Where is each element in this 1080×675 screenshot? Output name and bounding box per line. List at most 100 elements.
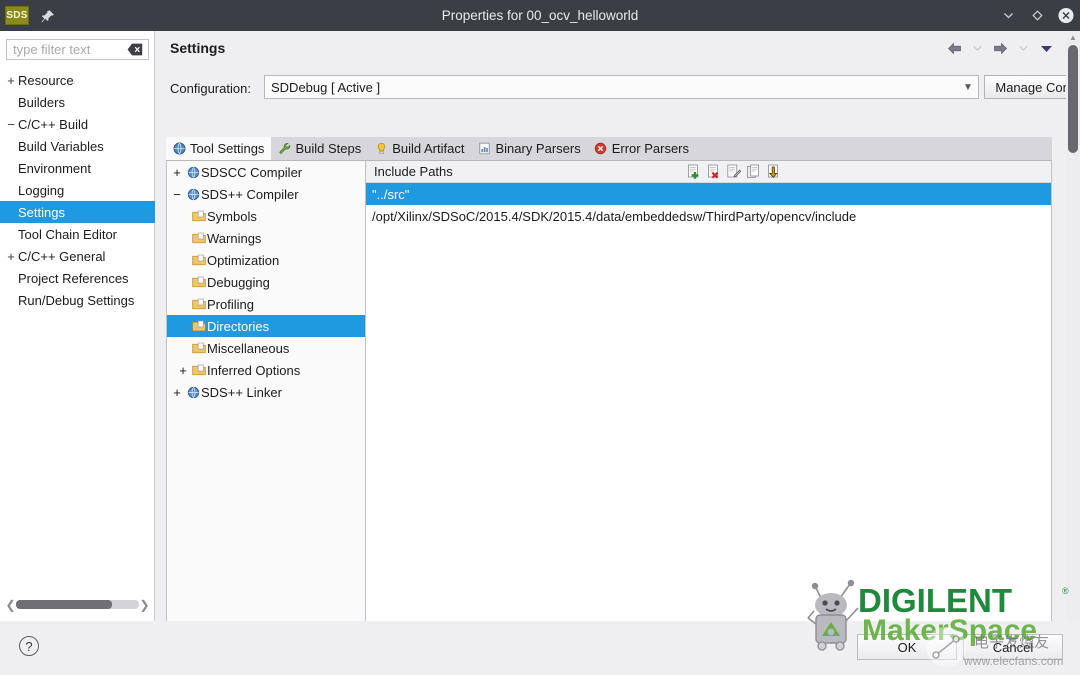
- sidebar-item-settings[interactable]: Settings: [0, 201, 155, 223]
- tool-node-miscellaneous[interactable]: Miscellaneous: [167, 337, 365, 359]
- tool-node-inferred-options[interactable]: + Inferred Options: [167, 359, 365, 381]
- settings-sidebar: type filter text + Resource Builders − C…: [0, 31, 155, 621]
- dialog-vertical-scrollbar[interactable]: ▲: [1066, 31, 1080, 621]
- tool-node-directories[interactable]: Directories: [167, 315, 365, 337]
- maximize-button[interactable]: [1029, 8, 1045, 24]
- tab-label: Tool Settings: [190, 141, 265, 156]
- sidebar-item-project-references[interactable]: Project References: [0, 267, 155, 289]
- sidebar-item-builders[interactable]: Builders: [0, 91, 155, 113]
- delete-icon[interactable]: [705, 163, 721, 180]
- tool-node-sdspp-compiler[interactable]: − SDS++ Compiler: [167, 183, 365, 205]
- sidebar-item-build-variables[interactable]: Build Variables: [0, 135, 155, 157]
- globe-tool-icon: [185, 187, 201, 201]
- pin-icon[interactable]: [40, 8, 56, 24]
- configuration-select[interactable]: SDDebug [ Active ] ▼: [264, 75, 979, 99]
- configuration-row: Configuration: SDDebug [ Active ] ▼ Mana…: [156, 73, 1080, 107]
- tool-node-label: Optimization: [207, 252, 280, 268]
- sidebar-horizontal-scrollbar[interactable]: ❮ ❯: [5, 597, 150, 612]
- help-button[interactable]: ?: [19, 636, 39, 656]
- sidebar-item-cpp-build[interactable]: − C/C++ Build: [0, 113, 155, 135]
- page-title: Settings: [170, 40, 226, 56]
- chevron-down-icon[interactable]: ▼: [958, 82, 978, 93]
- tool-node-profiling[interactable]: Profiling: [167, 293, 365, 315]
- lightbulb-icon: [374, 142, 388, 156]
- expander-icon[interactable]: +: [169, 385, 185, 400]
- collapse-icon[interactable]: −: [4, 117, 18, 132]
- tab-label: Build Artifact: [392, 141, 465, 156]
- scrollbar-track[interactable]: [16, 600, 139, 609]
- scrollbar-thumb[interactable]: [16, 600, 112, 609]
- tool-node-label: SDSCC Compiler: [201, 164, 303, 180]
- expander-icon[interactable]: +: [4, 249, 18, 264]
- tool-node-warnings[interactable]: Warnings: [167, 227, 365, 249]
- folder-page-icon: [191, 253, 207, 267]
- back-history-chevron-down-icon[interactable]: [969, 41, 985, 55]
- tab-error-parsers[interactable]: Error Parsers: [588, 137, 696, 160]
- arrow-left-icon[interactable]: [946, 41, 962, 55]
- sidebar-item-label: C/C++ Build: [18, 116, 89, 132]
- sidebar-item-label: Logging: [18, 182, 65, 198]
- tool-node-label: Debugging: [207, 274, 270, 290]
- copy-icon[interactable]: [745, 163, 761, 180]
- window-title: Properties for 00_ocv_helloworld: [441, 8, 639, 23]
- folder-page-icon: [191, 231, 207, 245]
- folder-page-icon: [191, 297, 207, 311]
- include-path-row[interactable]: "../src": [366, 183, 1051, 205]
- filter-input[interactable]: type filter text: [6, 39, 149, 60]
- close-button[interactable]: [1058, 7, 1074, 24]
- scroll-up-icon[interactable]: ▲: [1066, 31, 1080, 43]
- scrollbar-thumb[interactable]: [1068, 45, 1078, 153]
- title-bar: SDS Properties for 00_ocv_helloworld: [0, 0, 1080, 31]
- sidebar-item-label: C/C++ General: [18, 248, 106, 264]
- folder-page-icon: [191, 341, 207, 355]
- tool-node-symbols[interactable]: Symbols: [167, 205, 365, 227]
- cancel-button[interactable]: Cancel: [963, 634, 1063, 660]
- tool-node-sdspp-linker[interactable]: + SDS++ Linker: [167, 381, 365, 403]
- tab-tool-settings[interactable]: Tool Settings: [166, 137, 272, 160]
- triangle-down-icon[interactable]: [1038, 41, 1054, 55]
- sidebar-item-tool-chain-editor[interactable]: Tool Chain Editor: [0, 223, 155, 245]
- collapse-icon[interactable]: −: [169, 187, 185, 202]
- tab-build-steps[interactable]: Build Steps: [271, 137, 368, 160]
- add-icon[interactable]: [685, 163, 701, 180]
- sidebar-item-cpp-general[interactable]: + C/C++ General: [0, 245, 155, 267]
- arrow-right-icon[interactable]: [992, 41, 1008, 55]
- sidebar-item-environment[interactable]: Environment: [0, 157, 155, 179]
- tool-node-debugging[interactable]: Debugging: [167, 271, 365, 293]
- expander-icon[interactable]: +: [169, 165, 185, 180]
- move-down-icon[interactable]: [765, 163, 781, 180]
- ok-button[interactable]: OK: [857, 634, 957, 660]
- document-chart-icon: [477, 142, 491, 156]
- include-path-row[interactable]: /opt/Xilinx/SDSoC/2015.4/SDK/2015.4/data…: [366, 205, 1051, 227]
- expander-icon[interactable]: +: [4, 73, 18, 88]
- tab-build-artifact[interactable]: Build Artifact: [368, 137, 471, 160]
- tool-node-label: SDS++ Linker: [201, 384, 282, 400]
- tool-settings-tree: + SDSCC Compiler − SDS++ Compiler Symbol…: [166, 161, 366, 644]
- tool-node-label: Profiling: [207, 296, 254, 312]
- configuration-value: SDDebug [ Active ]: [271, 79, 381, 95]
- expander-icon[interactable]: +: [175, 363, 191, 378]
- app-logo: SDS: [5, 6, 29, 25]
- sidebar-item-label: Builders: [18, 94, 65, 110]
- tool-node-label: SDS++ Compiler: [201, 186, 299, 202]
- include-paths-header: Include Paths: [366, 161, 1051, 183]
- tool-node-sdscc-compiler[interactable]: + SDSCC Compiler: [167, 161, 365, 183]
- sidebar-item-label: Run/Debug Settings: [18, 292, 135, 308]
- sidebar-item-resource[interactable]: + Resource: [0, 69, 155, 91]
- chevron-right-icon[interactable]: ❯: [139, 598, 150, 612]
- chevron-left-icon[interactable]: ❮: [5, 598, 16, 612]
- globe-tool-icon: [185, 165, 201, 179]
- tab-binary-parsers[interactable]: Binary Parsers: [471, 137, 587, 160]
- tool-node-optimization[interactable]: Optimization: [167, 249, 365, 271]
- tool-node-label: Miscellaneous: [207, 340, 290, 356]
- sidebar-item-logging[interactable]: Logging: [0, 179, 155, 201]
- sidebar-item-run-debug-settings[interactable]: Run/Debug Settings: [0, 289, 155, 311]
- minimize-button[interactable]: [1000, 8, 1016, 24]
- content-header: Settings: [156, 31, 1066, 67]
- globe-tool-icon: [185, 385, 201, 399]
- edit-icon[interactable]: [725, 163, 741, 180]
- include-paths-toolbar: [685, 163, 781, 180]
- forward-history-chevron-down-icon[interactable]: [1015, 41, 1031, 55]
- clear-backspace-icon[interactable]: [127, 43, 143, 56]
- properties-dialog: SDS Properties for 00_ocv_helloworld typ…: [0, 0, 1080, 675]
